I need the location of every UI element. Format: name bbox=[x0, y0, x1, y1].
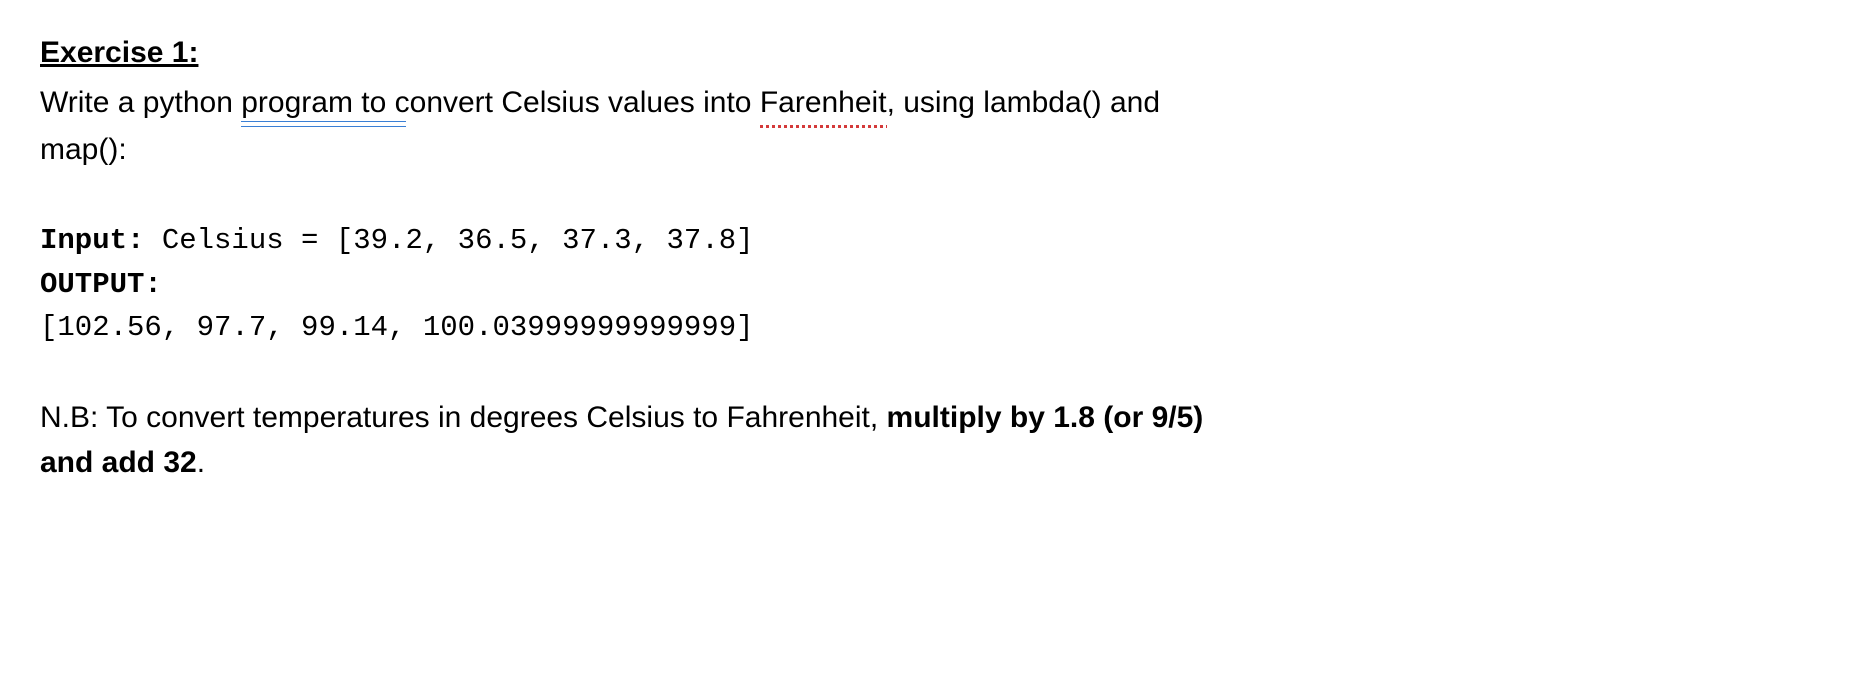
output-label-line: OUTPUT: bbox=[40, 263, 1820, 307]
output-value-line: [102.56, 97.7, 99.14, 100.03999999999999… bbox=[40, 306, 1820, 350]
instruction-pre: Write a python bbox=[40, 86, 241, 119]
code-block: Input: Celsius = [39.2, 36.5, 37.3, 37.8… bbox=[40, 219, 1820, 350]
program-word: program to bbox=[241, 80, 386, 125]
input-label: Input: bbox=[40, 224, 144, 257]
instruction-post: , using lambda() and bbox=[887, 86, 1161, 119]
spacer-1 bbox=[40, 174, 1820, 219]
nb-block: N.B: To convert temperatures in degrees … bbox=[40, 395, 1820, 485]
instruction-line-2: map(): bbox=[40, 127, 1820, 172]
input-line: Input: Celsius = [39.2, 36.5, 37.3, 37.8… bbox=[40, 219, 1820, 263]
nb-label: N.B bbox=[40, 401, 90, 434]
farenheit-word: Farenheit bbox=[760, 80, 887, 125]
nb-text: : To convert temperatures in degrees Cel… bbox=[90, 401, 887, 434]
output-label: OUTPUT: bbox=[40, 268, 162, 301]
input-value: Celsius = [39.2, 36.5, 37.3, 37.8] bbox=[144, 224, 753, 257]
exercise-title: Exercise 1: bbox=[40, 30, 1820, 75]
nb-bold-2: and add 32 bbox=[40, 446, 197, 479]
instruction-line-1: Write a python program to convert Celsiu… bbox=[40, 80, 1820, 125]
nb-bold-1: multiply by 1.8 (or 9/5) bbox=[887, 401, 1204, 434]
nb-end: . bbox=[197, 446, 205, 479]
instruction-mid: convert Celsius values into bbox=[386, 86, 760, 119]
